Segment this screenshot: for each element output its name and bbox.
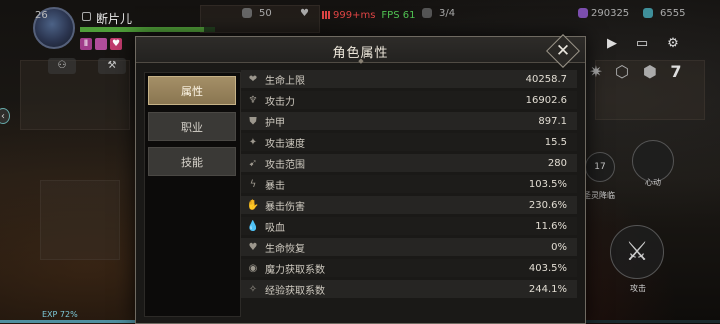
attribute-value: 16902.6 <box>525 94 567 106</box>
attribute-row: ✦ 攻击速度 15.5 <box>241 133 577 151</box>
attribute-value: 40258.7 <box>525 73 567 85</box>
attribute-value: 103.5% <box>528 178 567 190</box>
sword-icon: ♆ <box>248 94 258 106</box>
network-status: 999+ms FPS 61 <box>322 10 415 21</box>
attribute-value: 403.5% <box>528 262 567 274</box>
power-icon <box>242 8 252 18</box>
exp-icon: ✧ <box>248 283 258 295</box>
attribute-label: 暴击 <box>265 180 285 192</box>
attribute-label: 经验获取系数 <box>265 285 325 297</box>
attribute-row: ◉ 魔力获取系数 403.5% <box>241 259 577 277</box>
mana-icon: ◉ <box>248 262 258 274</box>
portal-icon[interactable]: ⬢ <box>640 62 660 82</box>
gem-icon <box>578 8 588 18</box>
power-value: 50 <box>259 8 272 19</box>
crystal-value: 6555 <box>660 8 686 19</box>
attribute-row: ❤ 生命上限 40258.7 <box>241 70 577 88</box>
attack-label: 攻击 <box>630 284 646 293</box>
buff-list: Ⅱ ♥ <box>80 38 122 50</box>
play-icon[interactable]: ▶ <box>604 37 620 51</box>
close-icon[interactable]: ✕ <box>551 40 575 62</box>
dialog-tabs: 属性 职业 技能 <box>144 72 241 317</box>
attribute-value: 244.1% <box>528 283 567 295</box>
tab-attributes[interactable]: 属性 <box>148 76 236 105</box>
stage-icon <box>422 8 432 18</box>
tab-profession[interactable]: 职业 <box>148 112 236 141</box>
gem-value: 290325 <box>591 8 630 19</box>
health-bar <box>80 27 215 32</box>
player-name: 断片儿 <box>96 12 133 26</box>
stage-counter: 3/4 <box>422 8 455 19</box>
bag-button[interactable]: ⚒ <box>98 58 126 74</box>
crystal-currency: 6555 <box>643 8 685 19</box>
attribute-label: 护甲 <box>265 117 285 129</box>
stage-value: 3/4 <box>439 8 456 19</box>
attribute-row: ♥ 生命恢复 0% <box>241 238 577 256</box>
attribute-row: ⛊ 护甲 897.1 <box>241 112 577 130</box>
attribute-label: 攻击范围 <box>265 159 305 171</box>
compass-icon[interactable]: ✷ <box>586 62 606 82</box>
class-icon <box>82 12 91 21</box>
skill-label: 圣灵降临 <box>583 191 615 200</box>
title-ornament-icon: ◆ <box>358 57 364 65</box>
attribute-value: 280 <box>547 157 567 169</box>
attack-speed-icon: ✦ <box>248 136 258 148</box>
power-stat: 50 <box>242 8 272 19</box>
gem-currency: 290325 <box>578 8 629 19</box>
shield-slot-icon[interactable]: ⬡ <box>612 62 632 82</box>
rank-number: 7 <box>670 62 682 81</box>
regen-icon: ♥ <box>248 241 258 253</box>
skill-count: 17 <box>594 162 606 172</box>
attribute-value: 11.6% <box>535 220 567 232</box>
chat-icon[interactable]: ▭ <box>634 37 650 51</box>
attribute-value: 0% <box>551 241 567 253</box>
attribute-row: ϟ 暴击 103.5% <box>241 175 577 193</box>
attribute-row: ✋ 暴击伤害 230.6% <box>241 196 577 214</box>
health-bar-fill <box>80 27 205 32</box>
attribute-row: ➹ 攻击范围 280 <box>241 154 577 172</box>
heart-buff-icon[interactable]: ♥ <box>110 38 122 50</box>
attribute-row: ♆ 攻击力 16902.6 <box>241 91 577 109</box>
crit-damage-icon: ✋ <box>246 199 260 211</box>
buff-icon[interactable] <box>95 38 107 50</box>
attribute-label: 吸血 <box>265 222 285 234</box>
crit-icon: ϟ <box>249 178 257 190</box>
heart-icon: ❤ <box>248 73 258 85</box>
attribute-label: 攻击力 <box>265 96 295 108</box>
settings-icon[interactable]: ⚙ <box>665 37 681 51</box>
buff-icon[interactable]: Ⅱ <box>80 38 92 50</box>
attribute-value: 230.6% <box>528 199 567 211</box>
heart-counter-icon: ♥ <box>300 8 309 19</box>
ping-value: 999+ms <box>333 10 376 21</box>
tab-skills[interactable]: 技能 <box>148 147 236 176</box>
floor-tile <box>40 180 120 260</box>
attribute-label: 生命上限 <box>265 75 305 87</box>
character-attributes-dialog: 角色属性 ◆ ✕ 属性 职业 技能 ❤ 生命上限 40258.7 ♆ 攻击力 16902.… <box>135 34 586 324</box>
skill-label: 心动 <box>645 178 661 187</box>
attack-sword-icon[interactable]: ⚔ <box>610 225 664 279</box>
attribute-row: 💧 吸血 11.6% <box>241 217 577 235</box>
character-button[interactable]: ⚇ <box>48 58 76 74</box>
signal-icon <box>322 11 330 19</box>
attribute-label: 攻击速度 <box>265 138 305 150</box>
exp-label: EXP 72% <box>42 310 78 319</box>
attribute-value: 15.5 <box>544 136 567 148</box>
skill-button[interactable]: 17 <box>585 152 615 182</box>
shield-icon: ⛊ <box>249 115 257 127</box>
fps-value: FPS 61 <box>381 10 416 21</box>
attribute-value: 897.1 <box>538 115 567 127</box>
attribute-list[interactable]: ❤ 生命上限 40258.7 ♆ 攻击力 16902.6 ⛊ 护甲 897.1 ✦ 攻击速度 15.5… <box>241 70 581 322</box>
lifesteal-icon: 💧 <box>246 220 260 232</box>
attribute-label: 暴击伤害 <box>265 201 305 213</box>
crystal-icon <box>643 8 653 18</box>
attribute-row: ✧ 经验获取系数 244.1% <box>241 280 577 298</box>
attack-range-icon: ➹ <box>248 157 258 169</box>
heartbeat-skill-button[interactable] <box>632 140 674 182</box>
player-level: 26 <box>35 10 48 21</box>
attribute-label: 生命恢复 <box>265 243 305 255</box>
attribute-label: 魔力获取系数 <box>265 264 325 276</box>
